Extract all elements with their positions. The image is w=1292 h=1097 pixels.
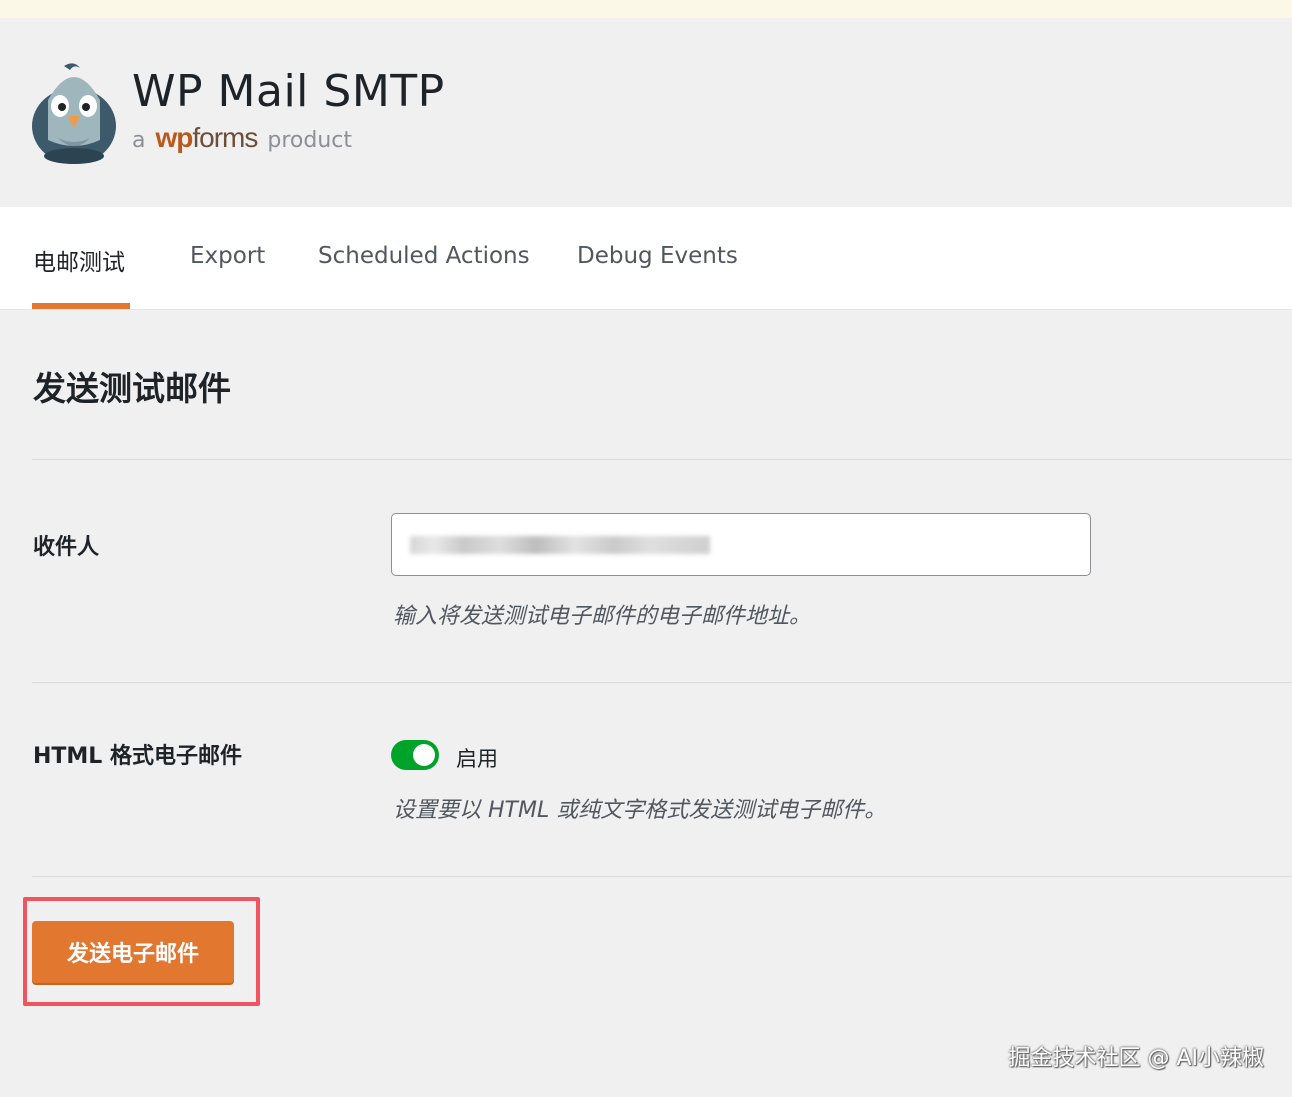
toggle-state-label: 启用 bbox=[456, 747, 498, 771]
wpforms-logo-forms: forms bbox=[192, 122, 258, 153]
recipient-email-input[interactable] bbox=[391, 513, 1091, 576]
send-email-button[interactable]: 发送电子邮件 bbox=[32, 921, 234, 983]
pigeon-mascot-icon bbox=[32, 63, 116, 164]
tab-export[interactable]: Export bbox=[190, 243, 265, 269]
page-title: 发送测试邮件 bbox=[33, 369, 231, 408]
plugin-header: WP Mail SMTP a wp forms product bbox=[0, 18, 1292, 207]
html-format-help-text: 设置要以 HTML 或纯文字格式发送测试电子邮件。 bbox=[393, 798, 887, 823]
tab-email-test[interactable]: 电邮测试 bbox=[33, 243, 125, 277]
brand-sub-a: a bbox=[132, 128, 146, 153]
brand-title: WP Mail SMTP bbox=[132, 66, 445, 117]
brand-subtitle: a wp forms product bbox=[132, 122, 352, 154]
html-format-toggle[interactable] bbox=[391, 740, 439, 770]
tools-tab-bar: 电邮测试 Export Scheduled Actions Debug Even… bbox=[0, 207, 1292, 310]
html-format-label: HTML 格式电子邮件 bbox=[33, 744, 242, 769]
recipient-help-text: 输入将发送测试电子邮件的电子邮件地址。 bbox=[393, 604, 812, 629]
active-tab-indicator bbox=[32, 303, 130, 309]
admin-notice-strip bbox=[0, 0, 1292, 18]
toggle-knob bbox=[413, 744, 435, 766]
divider bbox=[32, 682, 1292, 683]
divider bbox=[32, 459, 1292, 460]
wpforms-logo-wp: wp bbox=[155, 122, 193, 153]
tab-debug-events[interactable]: Debug Events bbox=[577, 243, 738, 269]
recipient-label: 收件人 bbox=[33, 535, 100, 560]
brand-sub-product: product bbox=[267, 128, 352, 153]
tab-scheduled-actions[interactable]: Scheduled Actions bbox=[318, 243, 530, 269]
watermark: 掘金技术社区 @ AI小辣椒 bbox=[1008, 1046, 1264, 1071]
divider bbox=[32, 876, 1292, 877]
